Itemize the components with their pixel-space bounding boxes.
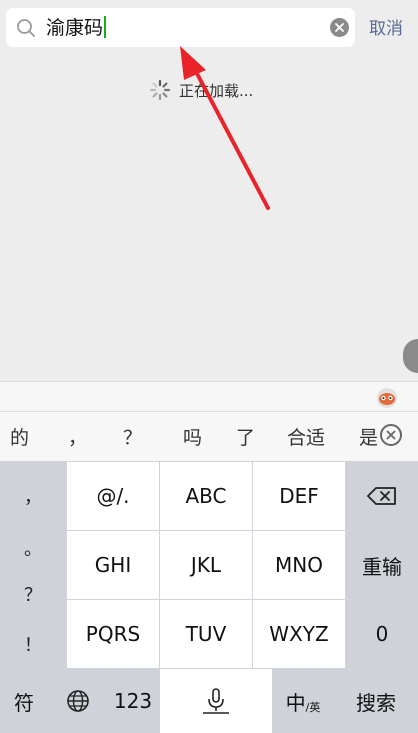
text-caret <box>104 16 107 38</box>
key-abc[interactable]: ABC <box>160 462 252 530</box>
candidate-item[interactable]: ？ <box>123 423 142 450</box>
keyboard-mascot-icon[interactable] <box>375 385 399 409</box>
scroll-handle[interactable] <box>403 339 418 373</box>
symbols-key[interactable]: 符 <box>0 669 48 733</box>
search-bar: 渝康码 取消 <box>0 0 418 58</box>
globe-icon <box>66 690 89 712</box>
candidate-item[interactable]: 了 <box>236 423 255 450</box>
key-ghi[interactable]: GHI <box>67 531 159 599</box>
symbol-key[interactable]: ？ <box>0 581 66 607</box>
candidate-item[interactable]: 的 <box>10 423 29 450</box>
search-icon <box>17 19 35 37</box>
search-key[interactable]: 搜索 <box>334 669 418 733</box>
key-tuv[interactable]: TUV <box>160 600 252 668</box>
key-jkl[interactable]: JKL <box>160 531 252 599</box>
numbers-key[interactable]: 123 <box>107 669 159 733</box>
key-at-slash-dot[interactable]: @/. <box>67 462 159 530</box>
search-input[interactable]: 渝康码 <box>6 8 355 47</box>
key-def[interactable]: DEF <box>253 462 345 530</box>
loading-text: 正在加载... <box>179 82 254 100</box>
key-wxyz[interactable]: WXYZ <box>253 600 345 668</box>
candidate-item[interactable]: ， <box>68 423 87 450</box>
key-pqrs[interactable]: PQRS <box>67 600 159 668</box>
key-mno[interactable]: MNO <box>253 531 345 599</box>
reenter-key[interactable]: 重输 <box>346 531 418 599</box>
delete-key[interactable] <box>346 462 418 530</box>
microphone-icon <box>203 688 229 714</box>
symbol-column[interactable]: ， 。 ？ ！ <box>0 461 66 668</box>
language-key[interactable]: 中/英 <box>273 669 333 733</box>
loading-spinner-icon <box>149 79 171 101</box>
candidate-item[interactable]: 吗 <box>183 423 202 450</box>
keyboard: ， 。 ？ ！ @/. ABC DEF GHI JKL MNO 重输 PQRS … <box>0 461 418 733</box>
close-candidates-icon[interactable] <box>380 424 402 446</box>
candidate-bar: 的 ， ？ 吗 了 合适 是 <box>0 411 418 462</box>
globe-key[interactable] <box>49 669 106 733</box>
cancel-button[interactable]: 取消 <box>369 14 403 39</box>
candidate-item[interactable]: 是 <box>359 423 378 450</box>
candidate-item[interactable]: 合适 <box>287 423 325 450</box>
clear-icon[interactable] <box>330 18 349 37</box>
symbol-key[interactable]: ！ <box>0 631 66 657</box>
search-query: 渝康码 <box>46 17 104 39</box>
language-label: 中 <box>285 690 306 715</box>
space-key[interactable] <box>160 669 272 733</box>
keyboard-toolbar <box>0 381 418 412</box>
symbol-key[interactable]: ， <box>0 483 66 509</box>
language-sub-label: /英 <box>305 701 321 714</box>
symbol-key[interactable]: 。 <box>0 535 66 561</box>
backspace-icon <box>367 487 396 505</box>
key-zero[interactable]: 0 <box>346 600 418 668</box>
